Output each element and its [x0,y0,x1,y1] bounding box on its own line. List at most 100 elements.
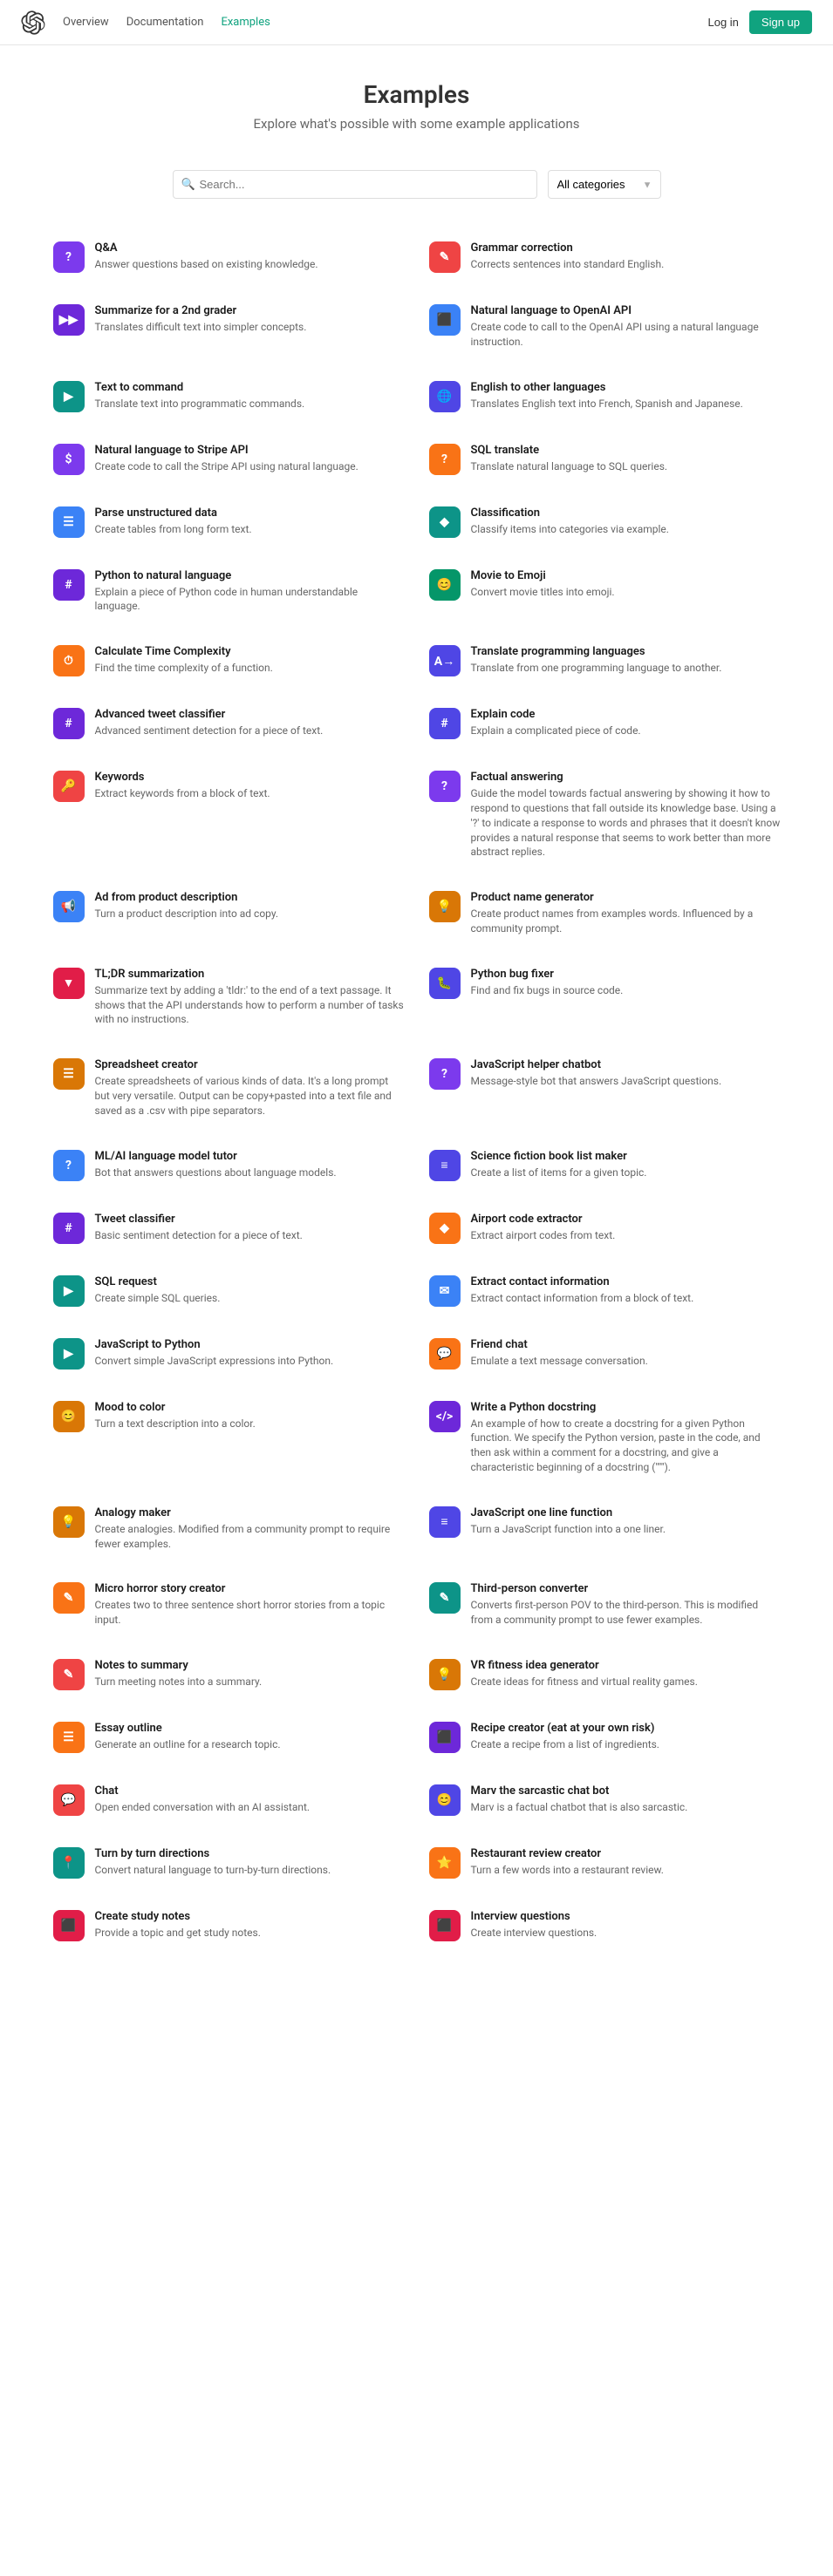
card-text: Python to natural languageExplain a piec… [95,569,405,615]
card-text: Q&AAnswer questions based on existing kn… [95,241,318,272]
example-card[interactable]: ≡Science fiction book list makerCreate a… [418,1135,792,1196]
card-desc: Turn meeting notes into a summary. [95,1675,263,1689]
card-title: Recipe creator (eat at your own risk) [471,1722,659,1735]
example-card[interactable]: 💡Analogy makerCreate analogies. Modified… [42,1492,416,1567]
card-title: Write a Python docstring [471,1401,781,1414]
example-card[interactable]: ⬛Interview questionsCreate interview que… [418,1895,792,1956]
example-card[interactable]: ⭐Restaurant review creatorTurn a few wor… [418,1832,792,1893]
login-button[interactable]: Log in [707,16,738,29]
example-card[interactable]: ⬛Create study notesProvide a topic and g… [42,1895,416,1956]
example-card[interactable]: #Advanced tweet classifierAdvanced senti… [42,693,416,754]
card-desc: Converts first-person POV to the third-p… [471,1598,781,1628]
card-icon: ☰ [53,1722,85,1753]
example-card[interactable]: A→Translate programming languagesTransla… [418,630,792,691]
example-card[interactable]: 🔑KeywordsExtract keywords from a block o… [42,756,416,874]
card-icon: 💡 [429,891,461,922]
card-text: Recipe creator (eat at your own risk)Cre… [471,1722,659,1752]
nav-examples[interactable]: Examples [221,16,270,29]
card-title: Turn by turn directions [95,1847,331,1860]
card-icon: ✎ [53,1659,85,1690]
example-card[interactable]: ▼TL;DR summarizationSummarize text by ad… [42,953,416,1042]
example-card[interactable]: 😊Mood to colorTurn a text description in… [42,1386,416,1490]
example-card[interactable]: $Natural language to Stripe APICreate co… [42,429,416,490]
example-card[interactable]: ✎Micro horror story creatorCreates two t… [42,1567,416,1642]
example-card[interactable]: #Python to natural languageExplain a pie… [42,554,416,629]
example-card[interactable]: ?SQL translateTranslate natural language… [418,429,792,490]
example-card[interactable]: ☰Essay outlineGenerate an outline for a … [42,1707,416,1768]
card-desc: Guide the model towards factual answerin… [471,786,781,860]
example-card[interactable]: ☰Spreadsheet creatorCreate spreadsheets … [42,1043,416,1132]
nav-overview[interactable]: Overview [63,16,109,29]
example-card[interactable]: </>Write a Python docstringAn example of… [418,1386,792,1490]
card-icon: ⭐ [429,1847,461,1879]
card-text: SQL requestCreate simple SQL queries. [95,1275,221,1306]
example-card[interactable]: ?ML/AI language model tutorBot that answ… [42,1135,416,1196]
example-card[interactable]: 🌐English to other languagesTranslates En… [418,366,792,427]
controls-bar: 🔍 All categoriesQ&ACodeConversationGener… [155,170,679,199]
example-card[interactable]: ?Q&AAnswer questions based on existing k… [42,227,416,288]
example-card[interactable]: ☰Parse unstructured dataCreate tables fr… [42,492,416,553]
example-card[interactable]: ✉Extract contact informationExtract cont… [418,1261,792,1322]
card-title: Translate programming languages [471,645,722,658]
card-title: Calculate Time Complexity [95,645,273,658]
example-card[interactable]: ✎Third-person converterConverts first-pe… [418,1567,792,1642]
card-text: VR fitness idea generatorCreate ideas fo… [471,1659,698,1689]
example-card[interactable]: ▶SQL requestCreate simple SQL queries. [42,1261,416,1322]
card-icon: ≡ [429,1150,461,1181]
example-card[interactable]: 📢Ad from product descriptionTurn a produ… [42,876,416,951]
example-card[interactable]: ?JavaScript helper chatbotMessage-style … [418,1043,792,1132]
example-card[interactable]: 💡Product name generatorCreate product na… [418,876,792,951]
example-card[interactable]: 😊Marv the sarcastic chat botMarv is a fa… [418,1770,792,1831]
card-desc: Translate text into programmatic command… [95,397,305,411]
category-select[interactable]: All categoriesQ&ACodeConversationGenerat… [548,170,661,199]
card-desc: Convert natural language to turn-by-turn… [95,1863,331,1878]
example-card[interactable]: #Tweet classifierBasic sentiment detecti… [42,1198,416,1259]
example-card[interactable]: 💡VR fitness idea generatorCreate ideas f… [418,1644,792,1705]
signup-button[interactable]: Sign up [749,10,812,34]
card-text: Extract contact informationExtract conta… [471,1275,694,1306]
example-card[interactable]: ◆ClassificationClassify items into categ… [418,492,792,553]
card-text: Movie to EmojiConvert movie titles into … [471,569,615,600]
nav-documentation[interactable]: Documentation [126,16,204,29]
example-card[interactable]: 💬Friend chatEmulate a text message conve… [418,1323,792,1384]
example-card[interactable]: #Explain codeExplain a complicated piece… [418,693,792,754]
card-icon: 📢 [53,891,85,922]
example-card[interactable]: ▶▶Summarize for a 2nd graderTranslates d… [42,289,416,364]
card-icon: 😊 [53,1401,85,1432]
card-icon: ⬛ [429,1722,461,1753]
card-desc: Turn a JavaScript function into a one li… [471,1522,666,1537]
card-text: JavaScript helper chatbotMessage-style b… [471,1058,722,1089]
card-text: Summarize for a 2nd graderTranslates dif… [95,304,307,335]
example-card[interactable]: ✎Grammar correctionCorrects sentences in… [418,227,792,288]
card-desc: Create simple SQL queries. [95,1291,221,1306]
card-text: Translate programming languagesTranslate… [471,645,722,676]
card-title: Science fiction book list maker [471,1150,647,1163]
example-card[interactable]: ◆Airport code extractorExtract airport c… [418,1198,792,1259]
example-card[interactable]: 📍Turn by turn directionsConvert natural … [42,1832,416,1893]
example-card[interactable]: ⬛ Recipe creator (eat at your own risk)Cr… [418,1707,792,1768]
example-card[interactable]: ✎Notes to summaryTurn meeting notes into… [42,1644,416,1705]
example-card[interactable]: ▶Text to commandTranslate text into prog… [42,366,416,427]
card-title: ML/AI language model tutor [95,1150,337,1163]
card-title: Essay outline [95,1722,281,1735]
card-desc: Convert simple JavaScript expressions in… [95,1354,334,1369]
card-text: Turn by turn directions Convert natural l… [95,1847,331,1878]
example-card[interactable]: ?Factual answeringGuide the model toward… [418,756,792,874]
example-card[interactable]: 🐛Python bug fixerFind and fix bugs in so… [418,953,792,1042]
card-desc: Create code to call the Stripe API using… [95,459,358,474]
example-card[interactable]: ≡JavaScript one line functionTurn a Java… [418,1492,792,1567]
card-title: Keywords [95,771,270,784]
example-card[interactable]: ⏱Calculate Time ComplexityFind the time … [42,630,416,691]
hero-section: Examples Explore what's possible with so… [0,45,833,153]
example-card[interactable]: 💬ChatOpen ended conversation with an AI … [42,1770,416,1831]
card-desc: Answer questions based on existing knowl… [95,257,318,272]
example-card[interactable]: ▶JavaScript to PythonConvert simple Java… [42,1323,416,1384]
example-card[interactable]: ⬛Natural language to OpenAI APICreate co… [418,289,792,364]
card-text: Factual answeringGuide the model towards… [471,771,781,860]
card-title: Create study notes [95,1910,261,1923]
card-title: JavaScript one line function [471,1506,666,1519]
card-title: Chat [95,1784,311,1798]
example-card[interactable]: 😊Movie to EmojiConvert movie titles into… [418,554,792,629]
search-input[interactable] [173,170,537,199]
card-title: Summarize for a 2nd grader [95,304,307,317]
